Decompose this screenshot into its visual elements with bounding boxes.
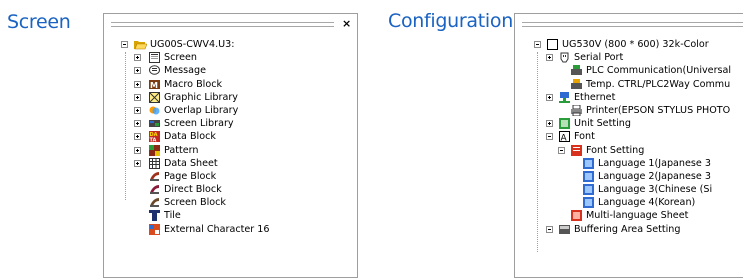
configuration-tree-panel: UG530V (800 * 600) 32k-Color Serial Port P… (514, 13, 743, 278)
collapse-icon[interactable] (121, 41, 128, 48)
serial-port-icon (559, 52, 570, 63)
tree-item-label: Font (574, 131, 595, 143)
tree-item-label: Pattern (164, 144, 199, 156)
temp-ctrl-icon (571, 78, 582, 90)
tree-item-label: Tile (164, 210, 181, 222)
expand-icon[interactable] (546, 93, 553, 101)
screen-icon (149, 52, 160, 64)
tree-item-label: Buffering Area Setting (574, 223, 681, 235)
expand-icon[interactable] (134, 80, 141, 88)
font-icon: A (559, 131, 570, 144)
svg-text:M: M (150, 81, 158, 90)
monitor-icon (547, 39, 558, 50)
tree-item-label: Language 3(Chinese (Si (598, 184, 713, 196)
buffering-area-icon (559, 224, 570, 235)
expand-icon[interactable] (546, 120, 553, 128)
language-icon (583, 170, 594, 182)
tree-item-label: Ethernet (574, 91, 616, 103)
tree-item-label: Screen Library (164, 118, 234, 130)
svg-text:TA: TA (150, 138, 157, 143)
tree-item-label: Multi-language Sheet (586, 210, 689, 222)
expand-icon[interactable] (134, 67, 141, 75)
tree-item-label: Message (164, 65, 207, 77)
tree-item-label: Unit Setting (574, 118, 631, 130)
expand-icon[interactable] (546, 54, 553, 62)
unit-setting-icon (559, 118, 570, 130)
plc-communication-icon (571, 65, 582, 76)
tree-item-label: Graphic Library (164, 91, 238, 103)
expand-icon[interactable] (134, 146, 141, 154)
pattern-icon (149, 144, 160, 156)
data-block-icon: DA TA (149, 131, 160, 144)
tree-item-label: PLC Communication(Universal (586, 65, 732, 77)
tree-item-label: External Character 16 (164, 223, 270, 235)
screen-block-icon (149, 197, 160, 208)
external-character-icon (149, 223, 160, 235)
configuration-heading: Configuration (388, 10, 513, 32)
close-icon[interactable]: × (342, 18, 351, 29)
tree-item-label: Language 1(Japanese 3 (598, 157, 711, 169)
tree-item-label: Temp. CTRL/PLC2Way Commu (586, 78, 731, 90)
tree-item-label: Direct Block (164, 184, 222, 196)
tree-item-label: Data Block (164, 131, 216, 143)
multi-language-sheet-icon (571, 210, 582, 222)
tree-item-label: Data Sheet (164, 157, 218, 169)
folder-open-icon (134, 39, 148, 50)
panel-grip[interactable] (522, 22, 743, 27)
language-icon (583, 184, 594, 196)
collapse-icon[interactable] (534, 41, 541, 48)
direct-block-icon (149, 184, 160, 195)
expand-icon[interactable] (134, 159, 141, 167)
tree-item-label: Screen Block (164, 197, 226, 209)
panel-grip[interactable] (111, 22, 334, 27)
expand-icon[interactable] (134, 133, 141, 141)
tree-item-label: UG530V (800 * 600) 32k-Color (562, 39, 709, 50)
tree-item-label: Serial Port (574, 52, 624, 64)
expand-icon[interactable] (134, 120, 141, 128)
tree-item-label: Printer(EPSON STYLUS PHOTO (586, 104, 731, 116)
page-block-icon (149, 171, 160, 182)
data-sheet-icon (149, 157, 160, 169)
message-icon (149, 65, 160, 76)
expand-icon[interactable] (134, 93, 141, 101)
collapse-icon[interactable] (546, 225, 553, 233)
graphic-library-icon (149, 91, 160, 103)
language-icon (583, 197, 594, 209)
overlap-library-icon (149, 105, 160, 116)
tree-item-label: Screen (164, 52, 197, 64)
tree-item-label: Language 4(Korean) (598, 197, 696, 209)
printer-icon (571, 104, 582, 117)
expand-icon[interactable] (134, 106, 141, 114)
screen-heading: Screen (7, 11, 71, 33)
language-icon (583, 157, 594, 169)
expand-icon[interactable] (134, 54, 141, 62)
ethernet-icon (559, 91, 570, 103)
screen-library-icon (149, 118, 160, 129)
collapse-icon[interactable] (558, 146, 565, 154)
screen-tree-panel: × UG00S-CWV4.U3: Screen Message M Macro Blo… (103, 13, 358, 278)
tree-item-label: Page Block (164, 170, 217, 182)
tree-item-label: Overlap Library (164, 104, 239, 116)
macro-block-icon: M (149, 79, 160, 90)
collapse-icon[interactable] (546, 133, 553, 141)
svg-text:A: A (561, 134, 568, 143)
font-setting-icon (571, 144, 582, 156)
tree-item-label: Language 2(Japanese 3 (598, 170, 711, 182)
tile-icon (149, 210, 160, 222)
tree-item-label: Macro Block (164, 78, 223, 90)
tree-item-label: Font Setting (586, 144, 645, 156)
